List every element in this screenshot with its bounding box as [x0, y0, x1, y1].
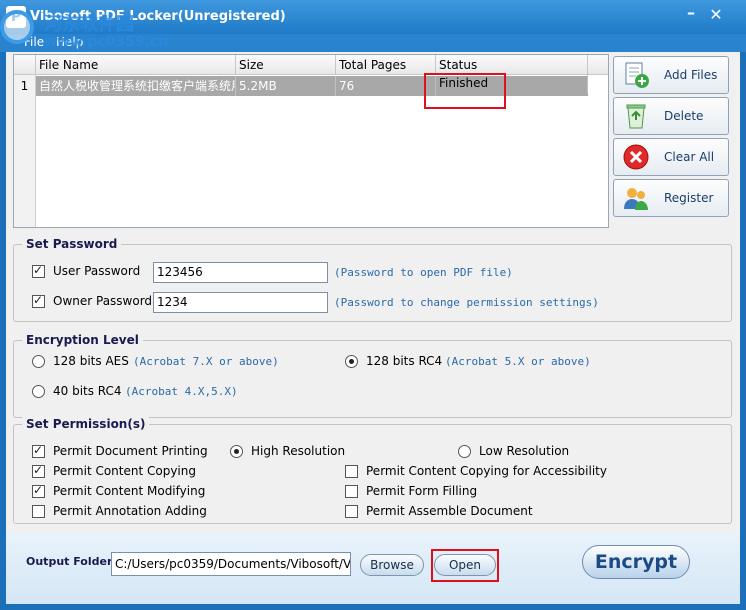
permit-copying-label: Permit Content Copying	[53, 464, 196, 478]
column-header-size[interactable]: Size	[236, 55, 336, 75]
aes-128-label: 128 bits AES	[53, 354, 129, 368]
clear-icon	[623, 144, 649, 170]
owner-password-hint: (Password to change permission settings)	[334, 296, 599, 309]
permit-printing-label: Permit Document Printing	[53, 444, 208, 458]
delete-label: Delete	[664, 109, 704, 123]
owner-password-input[interactable]: 1234	[153, 292, 328, 313]
menu-file[interactable]: File	[24, 35, 44, 49]
row-number: 1	[14, 76, 36, 96]
clear-all-button[interactable]: Clear All	[613, 138, 729, 176]
permit-form-filling-label: Permit Form Filling	[366, 484, 478, 498]
permit-modifying-label: Permit Content Modifying	[53, 484, 206, 498]
rc4-40-hint: (Acrobat 4.X,5.X)	[125, 385, 238, 398]
rc4-128-hint: (Acrobat 5.X or above)	[445, 355, 591, 368]
rc4-128-radio[interactable]	[345, 355, 358, 368]
permit-assemble-label: Permit Assemble Document	[366, 504, 533, 518]
set-permissions-group: Set Permission(s) Permit Document Printi…	[13, 417, 732, 524]
window-title: Vibosoft PDF Locker(Unregistered)	[30, 9, 286, 24]
encryption-level-group: Encryption Level 128 bits AES (Acrobat 7…	[13, 333, 732, 418]
add-files-button[interactable]: Add Files	[613, 56, 729, 94]
user-password-input[interactable]: 123456	[153, 262, 328, 283]
cell-total-pages: 76	[336, 76, 436, 96]
browse-button[interactable]: Browse	[360, 554, 424, 576]
open-highlight-box	[431, 549, 499, 582]
cell-size: 5.2MB	[236, 76, 336, 96]
owner-password-checkbox[interactable]	[32, 293, 45, 308]
status-highlight-box	[424, 73, 506, 109]
clear-all-label: Clear All	[664, 150, 715, 164]
output-folder-label: Output Folder:	[26, 555, 117, 568]
permit-form-filling-checkbox[interactable]	[345, 485, 358, 498]
rc4-40-radio[interactable]	[32, 385, 45, 398]
permit-annotation-label: Permit Annotation Adding	[53, 504, 207, 518]
column-header-total-pages[interactable]: Total Pages	[336, 55, 436, 75]
recycle-bin-icon	[626, 104, 646, 129]
permit-modifying-checkbox[interactable]	[32, 483, 45, 498]
row-number-column	[14, 75, 36, 227]
app-logo-icon: P	[6, 6, 26, 28]
register-button[interactable]: Register	[613, 179, 729, 217]
output-folder-input[interactable]: C:/Users/pc0359/Documents/Vibosoft/V	[111, 552, 351, 576]
output-panel: Output Folder: C:/Users/pc0359/Documents…	[6, 532, 740, 604]
menu-help[interactable]: Help	[56, 35, 83, 49]
set-password-title: Set Password	[22, 237, 122, 251]
owner-password-label: Owner Password	[53, 294, 153, 308]
low-resolution-label: Low Resolution	[479, 444, 570, 458]
delete-button[interactable]: Delete	[613, 97, 729, 135]
permit-assemble-checkbox[interactable]	[345, 505, 358, 518]
high-resolution-radio[interactable]	[230, 445, 243, 458]
column-header-file-name[interactable]: File Name	[36, 55, 236, 75]
permit-copying-accessibility-label: Permit Content Copying for Accessibility	[366, 464, 607, 478]
row-number-header	[14, 55, 36, 75]
main-panel: File Name Size Total Pages Status 1 自然人税…	[6, 52, 740, 532]
set-permissions-title: Set Permission(s)	[22, 417, 150, 431]
cell-file-name: 自然人税收管理系统扣缴客户端系统用户	[36, 76, 236, 96]
permit-annotation-checkbox[interactable]	[32, 505, 45, 518]
users-icon	[624, 188, 648, 210]
set-password-group: Set Password User Password 123456 (Passw…	[13, 237, 732, 322]
low-resolution-radio[interactable]	[458, 445, 471, 458]
add-files-label: Add Files	[664, 68, 718, 82]
rc4-128-label: 128 bits RC4	[366, 354, 443, 368]
title-bar: P Vibosoft PDF Locker(Unregistered) – ✕	[0, 0, 746, 34]
rc4-40-label: 40 bits RC4	[53, 384, 122, 398]
minimize-button[interactable]: –	[681, 5, 701, 24]
permit-copying-checkbox[interactable]	[32, 463, 45, 478]
file-table[interactable]: File Name Size Total Pages Status 1 自然人税…	[13, 54, 609, 228]
user-password-hint: (Password to open PDF file)	[334, 266, 513, 279]
add-files-icon	[625, 62, 649, 88]
user-password-checkbox[interactable]	[32, 263, 45, 278]
aes-128-hint: (Acrobat 7.X or above)	[133, 355, 279, 368]
encrypt-button[interactable]: Encrypt	[582, 545, 690, 579]
high-resolution-label: High Resolution	[251, 444, 346, 458]
permit-copying-accessibility-checkbox[interactable]	[345, 465, 358, 478]
permit-printing-checkbox[interactable]	[32, 443, 45, 458]
register-label: Register	[664, 191, 714, 205]
aes-128-radio[interactable]	[32, 355, 45, 368]
encryption-level-title: Encryption Level	[22, 333, 143, 347]
column-header-status[interactable]: Status	[436, 55, 588, 75]
menu-bar: File Help	[0, 34, 746, 52]
close-button[interactable]: ✕	[706, 5, 726, 25]
table-header: File Name Size Total Pages Status	[14, 55, 608, 75]
user-password-label: User Password	[53, 264, 141, 278]
